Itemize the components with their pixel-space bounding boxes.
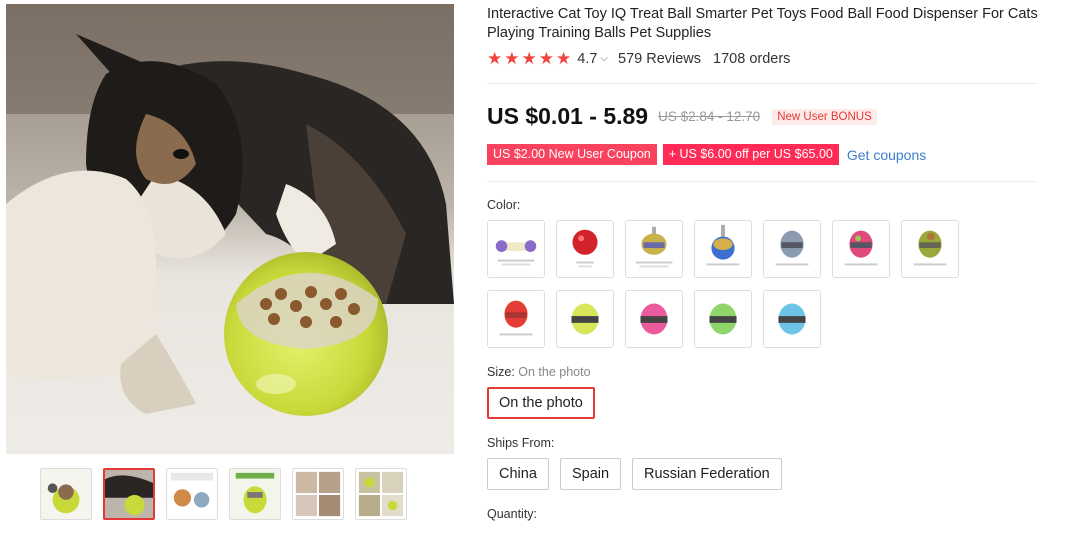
current-price: US $0.01 - 5.89 xyxy=(487,103,649,129)
thumbnail-1[interactable] xyxy=(103,468,155,520)
get-coupons-link[interactable]: Get coupons xyxy=(847,147,926,163)
color-swatch-green-egg[interactable] xyxy=(694,290,752,348)
size-label-row: Size: On the photo xyxy=(487,365,591,379)
color-swatch-yellow-tumbler-top[interactable] xyxy=(625,220,683,278)
star-icon: ★ xyxy=(556,49,572,68)
color-swatch-grey-egg[interactable] xyxy=(763,220,821,278)
color-swatches-row-1 xyxy=(487,220,959,278)
thumbnail-0[interactable] xyxy=(40,468,92,520)
color-swatches-row-2 xyxy=(487,290,821,348)
color-swatch-red-ball[interactable] xyxy=(556,220,614,278)
color-label: Color: xyxy=(487,198,521,212)
size-current-value: On the photo xyxy=(518,365,591,379)
main-product-image[interactable] xyxy=(6,4,454,454)
color-swatch-red-egg[interactable] xyxy=(487,290,545,348)
color-swatch-olive-egg[interactable] xyxy=(901,220,959,278)
ship-option-spain[interactable]: Spain xyxy=(560,458,622,490)
thumbnail-3[interactable] xyxy=(229,468,281,520)
chevron-down-icon[interactable]: ⌵ xyxy=(600,53,608,64)
ship-option-china[interactable]: China xyxy=(487,458,549,490)
thumbnail-2[interactable] xyxy=(166,468,218,520)
star-icon: ★ xyxy=(487,49,503,68)
star-icon: ★ xyxy=(504,49,520,68)
new-user-bonus-badge: New User BONUS xyxy=(772,108,877,125)
size-label: Size: xyxy=(487,365,515,379)
ship-option-russian-federation[interactable]: Russian Federation xyxy=(632,458,782,490)
thumbnail-5[interactable] xyxy=(355,468,407,520)
product-title: Interactive Cat Toy IQ Treat Ball Smarte… xyxy=(487,6,1038,41)
store-coupon[interactable]: + US $6.00 off per US $65.00 xyxy=(662,144,839,165)
quantity-label: Quantity: xyxy=(487,507,538,521)
coupon-row: US $2.00 New User Coupon + US $6.00 off … xyxy=(487,144,926,165)
color-swatch-blue-egg[interactable] xyxy=(763,290,821,348)
thumbnail-strip xyxy=(40,468,407,520)
color-swatch-pink-egg-2[interactable] xyxy=(625,290,683,348)
orders-count: 1708 orders xyxy=(713,50,791,67)
rating-stars: ★ ★ ★ ★ ★ xyxy=(487,50,571,67)
star-icon: ★ xyxy=(538,49,554,68)
size-option-on-the-photo[interactable]: On the photo xyxy=(487,387,595,419)
rating-row: ★ ★ ★ ★ ★ 4.7 ⌵ 579 Reviews 1708 orders xyxy=(487,50,790,67)
divider xyxy=(487,83,1037,84)
thumbnail-4[interactable] xyxy=(292,468,344,520)
divider xyxy=(487,181,1037,182)
ships-from-label: Ships From: xyxy=(487,436,555,450)
new-user-coupon[interactable]: US $2.00 New User Coupon xyxy=(487,144,657,165)
rating-value[interactable]: 4.7 xyxy=(577,51,597,67)
color-swatch-yellow-egg[interactable] xyxy=(556,290,614,348)
original-price: US $2.84 - 12.70 xyxy=(658,109,761,124)
reviews-link[interactable]: 579 Reviews xyxy=(618,51,701,67)
price-row: US $0.01 - 5.89 US $2.84 - 12.70 New Use… xyxy=(487,103,877,130)
color-swatch-pink-egg[interactable] xyxy=(832,220,890,278)
color-swatch-blue-tumbler[interactable] xyxy=(694,220,752,278)
color-swatch-bone-purple[interactable] xyxy=(487,220,545,278)
star-icon: ★ xyxy=(521,49,537,68)
